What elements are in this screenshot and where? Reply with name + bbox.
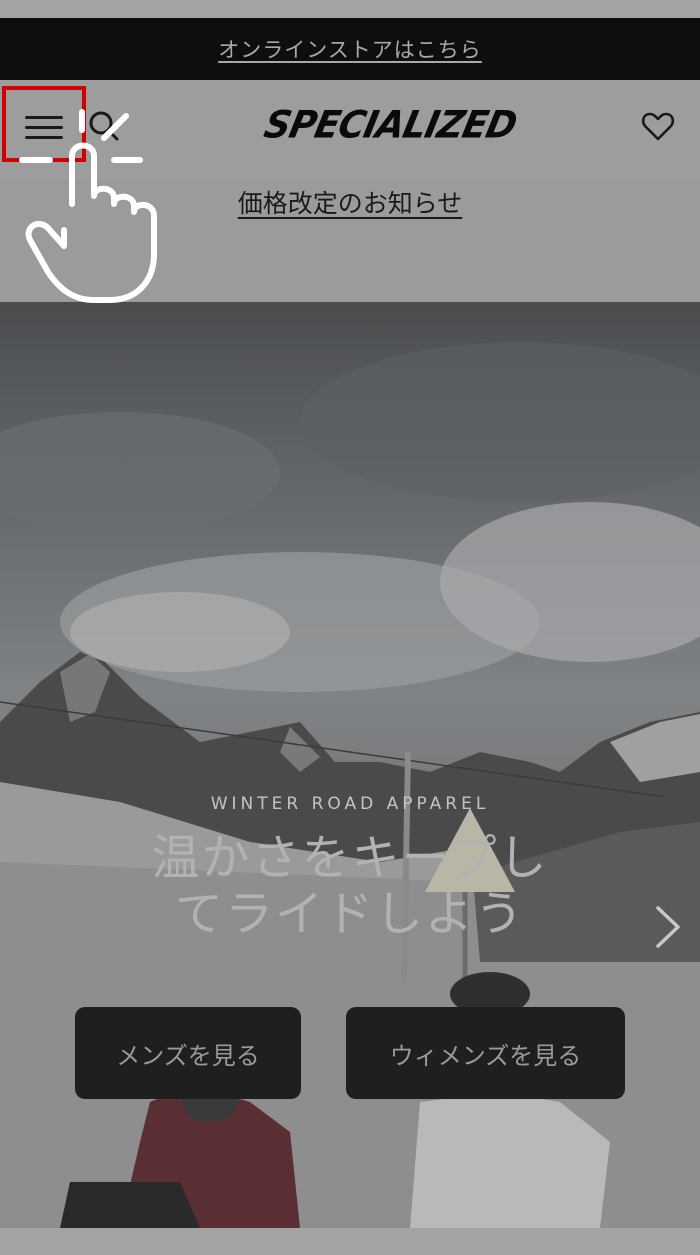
status-strip: [0, 0, 700, 18]
hero-subtitle: WINTER ROAD APPAREL: [210, 794, 490, 814]
hamburger-line: [25, 126, 63, 129]
promo-bar: オンラインストアはこちら: [0, 18, 700, 80]
hamburger-menu-icon: [25, 116, 63, 119]
online-store-link[interactable]: オンラインストアはこちら: [218, 34, 482, 64]
heart-icon: [641, 112, 675, 141]
shop-womens-button[interactable]: ウィメンズを見る: [346, 1007, 625, 1099]
shop-mens-button[interactable]: メンズを見る: [75, 1007, 301, 1099]
hero-title: 温かさをキープし てライドしよう: [60, 830, 640, 942]
menu-button[interactable]: [2, 86, 86, 162]
hamburger-line: [25, 136, 63, 139]
chevron-right-icon: [656, 906, 680, 948]
hero-banner: WINTER ROAD APPAREL 温かさをキープし てライドしよう メンズ…: [0, 302, 700, 1228]
price-revision-link[interactable]: 価格改定のお知らせ: [0, 184, 700, 220]
search-button[interactable]: [86, 108, 122, 144]
carousel-next-button[interactable]: [650, 904, 686, 950]
site-header: SPECIALIZED: [0, 80, 700, 180]
notice-bar: 価格改定のお知らせ: [0, 180, 700, 302]
favorites-button[interactable]: [640, 108, 676, 144]
brand-logo[interactable]: SPECIALIZED: [260, 102, 520, 148]
hero-title-line: 温かさをキープし: [151, 830, 549, 886]
search-icon: [89, 111, 119, 141]
hero-title-line: てライドしよう: [174, 886, 525, 942]
page: オンラインストアはこちら SPECIALIZED 価格改定のお知らせ WINTE…: [0, 0, 700, 1255]
logo-text: SPECIALIZED: [260, 103, 520, 147]
bottom-strip: [0, 1228, 700, 1255]
